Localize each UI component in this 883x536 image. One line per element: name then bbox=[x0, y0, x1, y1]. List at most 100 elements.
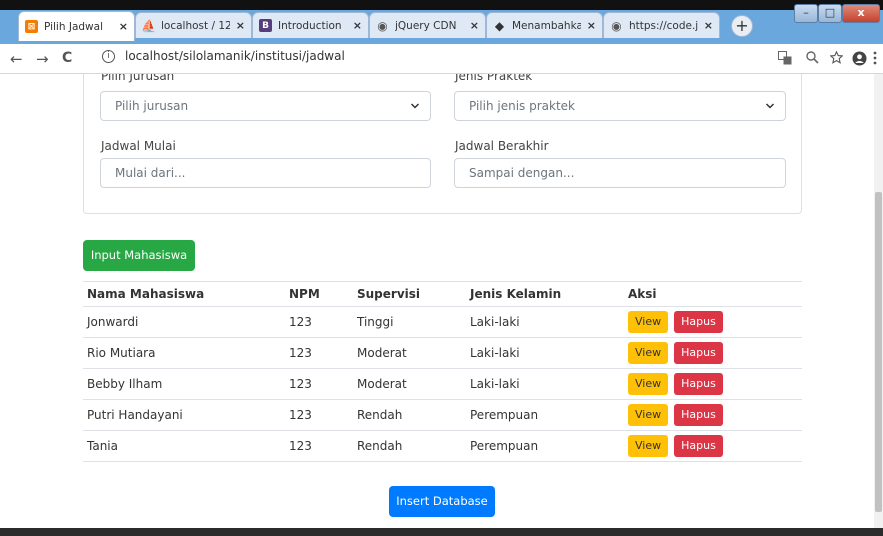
praktek-select[interactable]: Pilih jenis praktek bbox=[454, 91, 786, 121]
jadwal-berakhir-placeholder: Sampai dengan... bbox=[469, 166, 575, 180]
tab-menambahkan[interactable]: ◆ Menambahka × bbox=[486, 12, 603, 38]
jadwal-mulai-label: Jadwal Mulai bbox=[101, 139, 176, 153]
view-button[interactable]: View bbox=[628, 311, 669, 333]
hapus-button[interactable]: Hapus bbox=[674, 435, 723, 457]
table-row: Putri Handayani 123 Rendah Perempuan Vie… bbox=[83, 399, 802, 431]
translate-icon[interactable] bbox=[778, 51, 792, 69]
tab-label: Pilih Jadwal bbox=[44, 20, 103, 33]
hapus-button[interactable]: Hapus bbox=[674, 373, 723, 395]
hapus-button[interactable]: Hapus bbox=[674, 404, 723, 426]
tab-introduction[interactable]: B Introduction × bbox=[252, 12, 369, 38]
filter-card: Pilih Jurusan Pilih jurusan Jenis Prakte… bbox=[83, 74, 802, 214]
minimize-button[interactable]: – bbox=[794, 4, 818, 23]
table-row: Jonwardi 123 Tinggi Laki-laki View Hapus bbox=[83, 306, 802, 338]
cell-aksi: View Hapus bbox=[624, 430, 802, 462]
tab-pilih-jadwal[interactable]: ⊠ Pilih Jadwal × bbox=[18, 11, 135, 41]
praktek-label: Jenis Praktek bbox=[455, 74, 533, 83]
close-icon[interactable]: × bbox=[236, 19, 245, 32]
phpmyadmin-icon: ⛵ bbox=[141, 18, 156, 33]
jadwal-berakhir-label: Jadwal Berakhir bbox=[455, 139, 549, 153]
cell-aksi: View Hapus bbox=[624, 306, 802, 338]
maximize-button[interactable]: □ bbox=[818, 4, 842, 23]
hapus-button[interactable]: Hapus bbox=[674, 342, 723, 364]
cell-npm: 123 bbox=[285, 368, 353, 400]
cell-supervisi: Rendah bbox=[353, 399, 466, 431]
page-content: Pilih Jurusan Pilih jurusan Jenis Prakte… bbox=[0, 74, 874, 528]
cell-nama: Jonwardi bbox=[83, 306, 285, 338]
address-bar[interactable]: i localhost/silolamanik/institusi/jadwal bbox=[102, 49, 345, 63]
bookmark-star-icon[interactable] bbox=[829, 50, 844, 68]
reload-icon[interactable]: C bbox=[62, 50, 72, 66]
xampp-icon: ⊠ bbox=[25, 20, 38, 33]
jurusan-select-value: Pilih jurusan bbox=[115, 99, 189, 113]
jadwal-mulai-placeholder: Mulai dari... bbox=[115, 166, 186, 180]
header-jenis-kelamin: Jenis Kelamin bbox=[466, 281, 624, 307]
browser-window: ⊠ Pilih Jadwal × ⛵ localhost / 12 × B In… bbox=[0, 0, 883, 536]
tab-localhost[interactable]: ⛵ localhost / 12 × bbox=[135, 12, 252, 38]
bootstrap-icon: B bbox=[259, 19, 272, 32]
praktek-select-value: Pilih jenis praktek bbox=[469, 99, 576, 113]
jadwal-berakhir-input[interactable]: Sampai dengan... bbox=[454, 158, 786, 188]
cell-aksi: View Hapus bbox=[624, 337, 802, 369]
cell-jenis-kelamin: Laki-laki bbox=[466, 306, 624, 338]
tab-jquery-cdn[interactable]: ◉ jQuery CDN × bbox=[369, 12, 486, 38]
cell-nama: Tania bbox=[83, 430, 285, 462]
cell-nama: Bebby Ilham bbox=[83, 368, 285, 400]
chevron-down-icon bbox=[765, 92, 775, 132]
browser-toolbar: ← → C i localhost/silolamanik/institusi/… bbox=[0, 44, 883, 74]
jurusan-label: Pilih Jurusan bbox=[101, 74, 175, 83]
view-button[interactable]: View bbox=[628, 404, 669, 426]
table-row: Rio Mutiara 123 Moderat Laki-laki View Ha… bbox=[83, 337, 802, 369]
info-icon[interactable]: i bbox=[102, 49, 115, 63]
cell-supervisi: Moderat bbox=[353, 368, 466, 400]
tab-label: localhost / 12 bbox=[161, 19, 230, 32]
scrollbar-thumb[interactable] bbox=[875, 192, 882, 512]
chevron-down-icon bbox=[410, 92, 420, 132]
cell-nama: Rio Mutiara bbox=[83, 337, 285, 369]
new-tab-button[interactable]: + bbox=[731, 15, 753, 37]
globe-icon: ◉ bbox=[611, 18, 622, 33]
close-icon[interactable]: × bbox=[704, 19, 713, 32]
cell-npm: 123 bbox=[285, 430, 353, 462]
cell-supervisi: Tinggi bbox=[353, 306, 466, 338]
students-table: Nama Mahasiswa NPM Supervisi Jenis Kelam… bbox=[83, 281, 802, 462]
zoom-icon[interactable] bbox=[806, 51, 819, 68]
close-icon[interactable]: × bbox=[119, 20, 128, 33]
table-row: Tania 123 Rendah Perempuan View Hapus bbox=[83, 430, 802, 462]
view-button[interactable]: View bbox=[628, 342, 669, 364]
header-npm: NPM bbox=[285, 281, 353, 307]
jurusan-select[interactable]: Pilih jurusan bbox=[100, 91, 431, 121]
tab-label: Menambahka bbox=[512, 19, 581, 32]
cell-jenis-kelamin: Laki-laki bbox=[466, 368, 624, 400]
cell-npm: 123 bbox=[285, 337, 353, 369]
back-icon[interactable]: ← bbox=[10, 50, 23, 68]
profile-icon[interactable] bbox=[852, 51, 867, 70]
cell-jenis-kelamin: Perempuan bbox=[466, 430, 624, 462]
cell-supervisi: Moderat bbox=[353, 337, 466, 369]
view-button[interactable]: View bbox=[628, 435, 669, 457]
forward-icon[interactable]: → bbox=[36, 50, 49, 68]
cell-npm: 123 bbox=[285, 399, 353, 431]
close-icon[interactable]: × bbox=[470, 19, 479, 32]
menu-icon[interactable] bbox=[873, 51, 877, 69]
jadwal-mulai-input[interactable]: Mulai dari... bbox=[100, 158, 431, 188]
table-row: Bebby Ilham 123 Moderat Laki-laki View Ha… bbox=[83, 368, 802, 400]
close-window-button[interactable]: x bbox=[842, 4, 880, 23]
close-icon[interactable]: × bbox=[353, 19, 362, 32]
cell-supervisi: Rendah bbox=[353, 430, 466, 462]
header-nama: Nama Mahasiswa bbox=[83, 281, 285, 307]
table-header-row: Nama Mahasiswa NPM Supervisi Jenis Kelam… bbox=[83, 281, 802, 307]
view-button[interactable]: View bbox=[628, 373, 669, 395]
insert-database-button[interactable]: Insert Database bbox=[389, 486, 495, 517]
taskbar-edge bbox=[0, 528, 883, 536]
tab-label: Introduction bbox=[278, 19, 342, 32]
input-mahasiswa-button[interactable]: Input Mahasiswa bbox=[83, 240, 195, 271]
header-supervisi: Supervisi bbox=[353, 281, 466, 307]
url-text: localhost/silolamanik/institusi/jadwal bbox=[125, 49, 345, 63]
tab-label: https://code.j bbox=[629, 19, 698, 32]
tab-code-jquery[interactable]: ◉ https://code.j × bbox=[603, 12, 720, 38]
cell-nama: Putri Handayani bbox=[83, 399, 285, 431]
header-aksi: Aksi bbox=[624, 281, 802, 307]
close-icon[interactable]: × bbox=[587, 19, 596, 32]
hapus-button[interactable]: Hapus bbox=[674, 311, 723, 333]
